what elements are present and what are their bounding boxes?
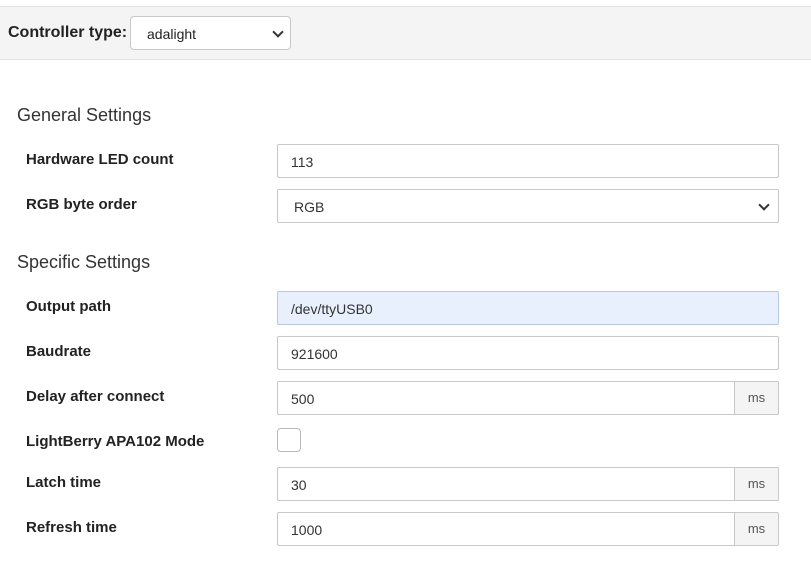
chevron-down-icon xyxy=(758,199,770,211)
led-count-label: Hardware LED count xyxy=(26,151,174,168)
controller-type-label: Controller type: xyxy=(8,24,128,41)
baudrate-input[interactable]: 921600 xyxy=(277,336,779,370)
baudrate-value: 921600 xyxy=(291,346,338,362)
baudrate-label: Baudrate xyxy=(26,343,92,360)
byte-order-value: RGB xyxy=(294,199,325,215)
controller-header: Controller type: adalight xyxy=(0,6,811,60)
controller-type-value: adalight xyxy=(147,26,197,42)
latch-time-label: Latch time xyxy=(26,474,102,491)
output-path-input[interactable]: /dev/ttyUSB0 xyxy=(277,291,779,325)
refresh-time-label: Refresh time xyxy=(26,519,117,536)
latch-unit-addon: ms xyxy=(734,467,779,501)
delay-input[interactable]: 500 xyxy=(277,381,734,415)
delay-value: 500 xyxy=(291,391,315,407)
delay-unit-addon: ms xyxy=(734,381,779,415)
refresh-unit-addon: ms xyxy=(734,512,779,546)
apa102-mode-label: LightBerry APA102 Mode xyxy=(26,433,205,450)
controller-type-select[interactable]: adalight xyxy=(130,16,291,50)
led-count-input[interactable]: 113 xyxy=(277,144,779,178)
latch-time-input[interactable]: 30 xyxy=(277,467,734,501)
output-path-value: /dev/ttyUSB0 xyxy=(291,301,373,317)
specific-settings-title: Specific Settings xyxy=(17,252,151,272)
led-count-value: 113 xyxy=(291,154,314,170)
delay-label: Delay after connect xyxy=(26,388,165,405)
general-settings-title: General Settings xyxy=(17,105,152,125)
apa102-mode-checkbox[interactable] xyxy=(277,428,301,452)
byte-order-select[interactable]: RGB xyxy=(277,189,779,223)
byte-order-label: RGB byte order xyxy=(26,196,137,213)
latch-time-value: 30 xyxy=(291,477,307,493)
chevron-down-icon xyxy=(272,26,284,38)
refresh-time-input[interactable]: 1000 xyxy=(277,512,734,546)
refresh-time-value: 1000 xyxy=(291,522,323,538)
output-path-label: Output path xyxy=(26,298,111,315)
